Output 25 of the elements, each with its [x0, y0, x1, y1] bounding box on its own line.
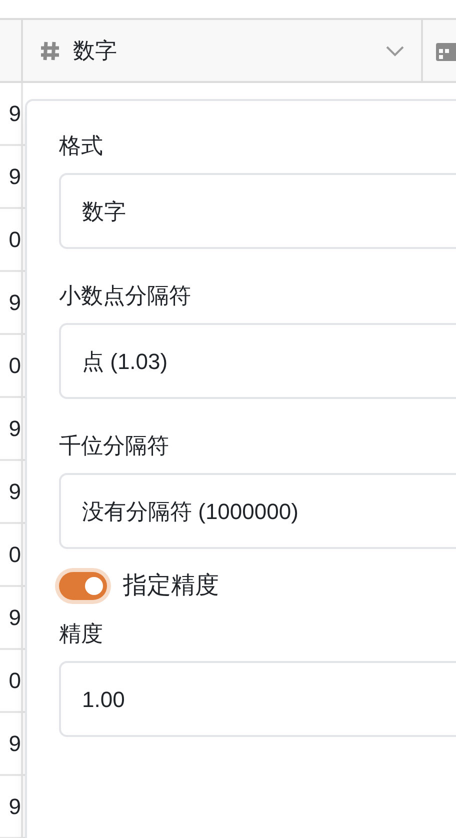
field-label: 小数点分隔符	[59, 282, 192, 310]
hash-icon	[39, 40, 61, 62]
select-field[interactable]: 点 (1.03)	[59, 323, 456, 399]
cell-number: 9	[8, 732, 21, 754]
cell-number: 9	[8, 102, 21, 124]
cell-number: 9	[8, 796, 21, 818]
cell-number: 9	[8, 418, 21, 440]
column-title: 数字	[73, 37, 117, 65]
precision-toggle[interactable]	[59, 572, 107, 600]
cell-number: 0	[8, 670, 21, 692]
select-field[interactable]: 没有分隔符 (1000000)	[59, 473, 456, 549]
cell-number: 0	[8, 354, 21, 376]
cell-number: 9	[8, 606, 21, 628]
select-field[interactable]: 数字	[59, 173, 456, 249]
field-label: 格式	[59, 132, 104, 160]
cell-number: 9	[8, 292, 21, 314]
field-label: 精度	[59, 620, 104, 648]
cell-number: 0	[8, 228, 21, 250]
toggle-label: 指定精度	[123, 571, 219, 601]
chevron-down-icon[interactable]	[385, 44, 405, 56]
field-label: 千位分隔符	[59, 432, 170, 460]
precision-field[interactable]: 1.00	[59, 661, 456, 737]
cell-number: 9	[8, 166, 21, 188]
cell-number: 9	[8, 480, 21, 502]
cell-number: 0	[8, 544, 21, 566]
